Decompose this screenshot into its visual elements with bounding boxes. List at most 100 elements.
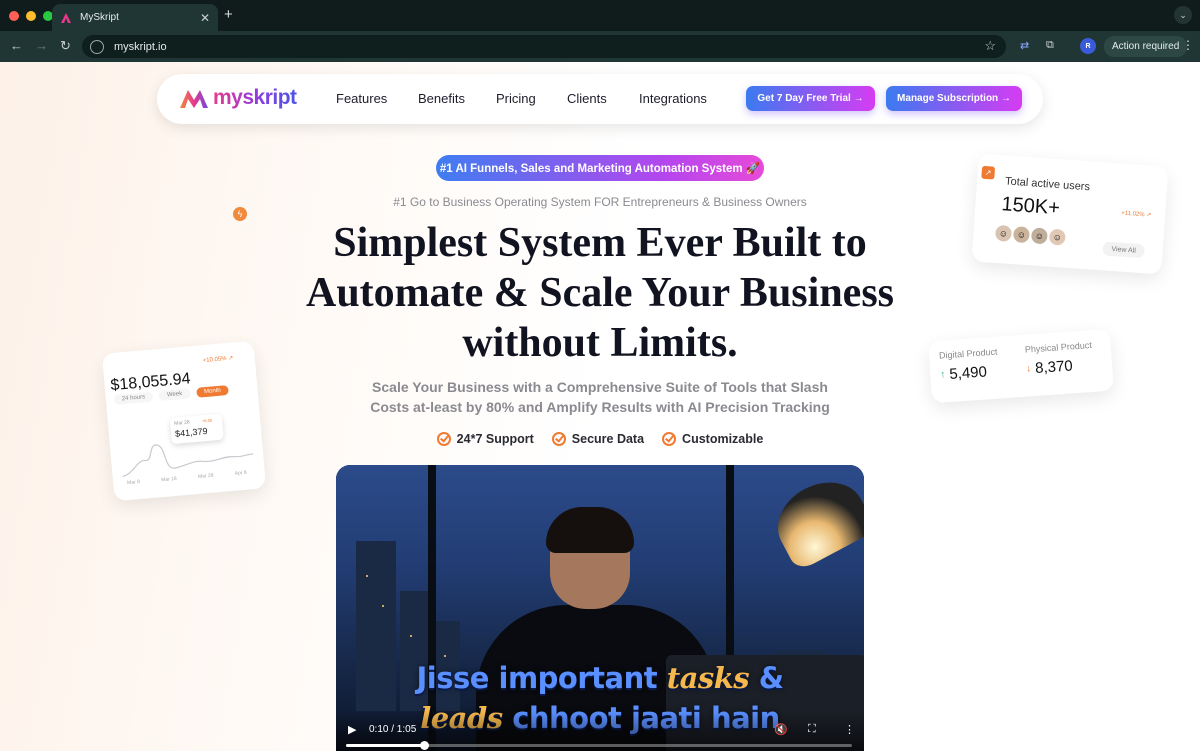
city-light — [366, 575, 368, 577]
check-circle-icon — [551, 432, 566, 446]
physical-product-label: Physical Product — [1024, 340, 1093, 355]
axis-label: Mar 8 — [126, 479, 141, 487]
check-circle-icon — [436, 432, 451, 446]
axis-label: Apr 8 — [234, 469, 247, 477]
nav-link-features[interactable]: Features — [336, 91, 387, 106]
tab-search-icon[interactable]: ⌄ — [1174, 6, 1192, 24]
revenue-growth: +10.05% ↗ — [202, 355, 234, 365]
feature-label: Secure Data — [571, 432, 645, 446]
check-circle-icon — [662, 432, 677, 446]
city-light — [410, 635, 412, 637]
feature-item: Secure Data — [551, 432, 645, 446]
caption-text: Jisse important — [416, 661, 667, 695]
hero-badge: #1 AI Funnels, Sales and Marketing Autom… — [436, 155, 764, 181]
trend-up-icon: ↗ — [981, 165, 996, 180]
tab-24-hours[interactable]: 24 hours — [113, 391, 154, 406]
back-icon[interactable]: ← — [10, 38, 23, 53]
digital-product-label: Digital Product — [938, 346, 998, 361]
caption-highlight: tasks — [666, 661, 750, 695]
city-light — [444, 655, 446, 657]
digital-product-stat: Digital Product ↑ 5,490 — [939, 347, 1000, 384]
feature-item: 24*7 Support — [436, 432, 534, 446]
revenue-tooltip: Mar 28 +8.05 $41,379 — [169, 413, 224, 445]
myskript-logo[interactable]: myskript — [179, 86, 297, 110]
close-window-button[interactable] — [9, 11, 19, 21]
video-time: 0:10 / 1:05 — [369, 724, 417, 735]
new-tab-button[interactable]: + — [224, 6, 233, 23]
active-users-card: ↗ Total active users 150K+ +11.02% ↗ ☺ ☺… — [971, 153, 1169, 275]
headline-line-1: Simplest System Ever Built to — [333, 220, 867, 266]
address-bar[interactable]: myskript.io ☆ — [82, 35, 1006, 58]
nav-link-clients[interactable]: Clients — [567, 91, 607, 106]
extensions-icon[interactable]: ⧉ — [1046, 39, 1054, 52]
tab-title: MySkript — [80, 12, 119, 23]
close-tab-icon[interactable]: ✕ — [200, 11, 210, 25]
description-line-2: Costs at-least by 80% and Amplify Result… — [370, 399, 830, 415]
translate-extension-icon[interactable]: ⇄ — [1020, 39, 1029, 52]
digital-product-value-row: ↑ 5,490 — [940, 363, 1000, 384]
physical-product-value-row: ↓ 8,370 — [1026, 356, 1094, 378]
tab-month[interactable]: Month — [195, 385, 230, 398]
more-options-icon[interactable]: ⋮ — [844, 723, 855, 736]
hero-headline: Simplest System Ever Built to Automate &… — [260, 218, 940, 368]
axis-label: Mar 18 — [160, 475, 177, 484]
video-progress-knob[interactable] — [419, 741, 429, 750]
forward-icon[interactable]: → — [35, 38, 48, 53]
feature-item: Customizable — [662, 432, 763, 446]
arrow-up-icon: ↑ — [940, 369, 946, 381]
action-required-button[interactable]: Action required — [1104, 36, 1188, 57]
site-navbar: myskript Features Benefits Pricing Clien… — [157, 74, 1043, 124]
browser-menu-icon[interactable]: ⋮ — [1182, 38, 1194, 52]
page-content: myskript Features Benefits Pricing Clien… — [0, 62, 1200, 751]
video-controls: ▶ 0:10 / 1:05 🔇 ⛶ ⋮ — [336, 711, 864, 751]
lightning-icon: ϟ — [233, 207, 247, 221]
physical-product-stat: Physical Product ↓ 8,370 — [1025, 340, 1094, 378]
myskript-favicon-icon — [61, 12, 71, 23]
free-trial-button[interactable]: Get 7 Day Free Trial → — [746, 86, 875, 111]
nav-link-integrations[interactable]: Integrations — [639, 91, 707, 106]
user-avatars: ☺ ☺ ☺ ☺ — [992, 222, 1069, 248]
digital-product-value: 5,490 — [948, 363, 988, 383]
active-users-growth: +11.02% ↗ — [1120, 210, 1152, 219]
mute-icon[interactable]: 🔇 — [774, 723, 788, 736]
headline-line-2: Automate & Scale Your Business — [305, 270, 895, 316]
video-progress-fill — [346, 744, 424, 747]
play-icon[interactable]: ▶ — [348, 723, 356, 736]
minimize-window-button[interactable] — [26, 11, 36, 21]
caption-text: & — [749, 661, 784, 695]
tooltip-value: $41,379 — [174, 426, 208, 439]
arrow-down-icon: ↓ — [1025, 363, 1032, 375]
video-caption-line-1: Jisse important tasks & — [336, 661, 864, 695]
view-all-button[interactable]: View All — [1102, 241, 1146, 259]
manage-subscription-button[interactable]: Manage Subscription → — [886, 86, 1022, 111]
reload-icon[interactable]: ↻ — [60, 38, 71, 54]
fullscreen-icon[interactable]: ⛶ — [808, 723, 816, 736]
bookmark-star-icon[interactable]: ☆ — [984, 38, 996, 54]
feature-label: 24*7 Support — [456, 432, 534, 446]
axis-label: Mar 28 — [197, 472, 214, 480]
tooltip-date: Mar 28 — [173, 419, 190, 427]
revenue-card: +10.05% ↗ $18,055.94 24 hours Week Month… — [101, 340, 267, 502]
products-card: Digital Product ↑ 5,490 Physical Product… — [928, 328, 1114, 404]
site-info-icon[interactable] — [90, 39, 104, 54]
browser-tab-bar: MySkript ✕ + ⌄ — [0, 0, 1200, 31]
physical-product-value: 8,370 — [1034, 357, 1074, 377]
active-users-value: 150K+ — [1000, 193, 1061, 220]
video-progress-bar[interactable] — [346, 741, 852, 750]
profile-avatar[interactable]: R — [1080, 38, 1096, 54]
feature-label: Customizable — [682, 432, 764, 446]
browser-tab[interactable]: MySkript ✕ — [52, 4, 218, 31]
tooltip-growth: +8.05 — [201, 417, 213, 424]
city-light — [382, 605, 384, 607]
hero-description: Scale Your Business with a Comprehensive… — [360, 377, 840, 417]
promo-video[interactable]: Jisse important tasks & leads chhoot jaa… — [336, 465, 864, 751]
nav-link-benefits[interactable]: Benefits — [418, 91, 465, 106]
avatar: ☺ — [1046, 226, 1069, 248]
nav-link-pricing[interactable]: Pricing — [496, 91, 536, 106]
tab-week[interactable]: Week — [158, 388, 191, 402]
window-controls — [9, 11, 53, 21]
browser-toolbar: ← → ↻ myskript.io ☆ ⇄ ⧉ R Action require… — [0, 31, 1200, 62]
url-text: myskript.io — [114, 40, 167, 53]
logo-text: myskript — [213, 86, 297, 109]
logo-mark-icon — [180, 90, 208, 108]
